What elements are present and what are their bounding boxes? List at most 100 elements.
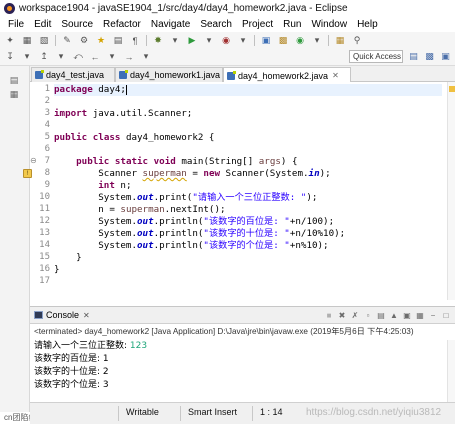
prev-annotation-icon[interactable]: ↥	[38, 51, 50, 63]
save-icon[interactable]: ▦	[21, 35, 33, 47]
run-icon[interactable]: ▶	[186, 35, 198, 47]
clear-console-icon[interactable]: ▫	[363, 310, 373, 320]
remove-all-icon[interactable]: ✗	[350, 310, 360, 320]
highlight-icon[interactable]: ★	[95, 35, 107, 47]
menu-refactor[interactable]: Refactor	[103, 19, 141, 30]
tab-day4-homework2[interactable]: day4_homework2.java ✕	[223, 67, 351, 83]
code-line-10: System.out.print("请输入一个三位正整数: ");	[54, 192, 317, 204]
warning-overview-marker[interactable]	[449, 86, 455, 92]
scroll-lock-icon[interactable]: ▤	[376, 310, 386, 320]
prev-annotation-dropdown-icon[interactable]: ▾	[55, 51, 67, 63]
tab-day4-test[interactable]: day4_test.java	[31, 67, 115, 82]
open-console-icon[interactable]: ▦	[415, 310, 425, 320]
menu-window[interactable]: Window	[311, 19, 347, 30]
new-java-project-icon[interactable]: ▣	[260, 35, 272, 47]
variable: superman	[142, 168, 187, 179]
close-icon[interactable]: ✕	[83, 311, 90, 320]
code-text: java.util.Scanner;	[87, 108, 193, 119]
minimize-icon[interactable]: −	[428, 310, 438, 320]
new-interface-icon[interactable]: ▾	[311, 35, 323, 47]
variable: args	[258, 156, 281, 167]
toggle-mark-icon[interactable]: ✎	[61, 35, 73, 47]
code-text: );	[306, 192, 318, 203]
console-header: Console ✕ ■ ✖ ✗ ▫ ▤ ▲ ▣ ▦ − □	[30, 307, 455, 324]
menu-edit[interactable]: Edit	[34, 19, 51, 30]
line-number: 4	[44, 120, 50, 130]
line-number: 5	[44, 132, 50, 142]
user-input: 123	[129, 341, 148, 351]
string-literal: "该数字的十位是: "	[203, 228, 290, 239]
code-text: }	[54, 264, 60, 275]
window-title: workspace1904 - javaSE1904_1/src/day4/da…	[19, 2, 348, 14]
keyword: class	[92, 132, 121, 143]
code-text: );	[319, 168, 331, 179]
forward-dropdown-icon[interactable]: ▾	[140, 51, 152, 63]
maximize-icon[interactable]: □	[441, 310, 451, 320]
output-line: 该数字的百位是: 1	[34, 354, 109, 364]
open-type-icon[interactable]: ▦	[334, 35, 346, 47]
console-tab-label[interactable]: Console	[46, 310, 79, 320]
debug-icon[interactable]: ✸	[152, 35, 164, 47]
menu-help[interactable]: Help	[357, 19, 378, 30]
menu-run[interactable]: Run	[283, 19, 301, 30]
java-perspective-icon[interactable]: ▣	[439, 50, 452, 63]
code-line-14: System.out.println("该数字的个位是: "+n%10);	[54, 240, 328, 252]
code-text: }	[76, 252, 82, 263]
line-number: 2	[44, 96, 50, 106]
display-console-icon[interactable]: ▣	[402, 310, 412, 320]
code-text: System.	[98, 192, 137, 203]
warning-icon[interactable]: !	[23, 169, 32, 178]
pin-console-icon[interactable]: ▲	[389, 310, 399, 320]
code-text: System.	[98, 216, 137, 227]
menu-project[interactable]: Project	[242, 19, 273, 30]
toolbar-separator	[146, 35, 147, 46]
remove-launch-icon[interactable]: ✖	[337, 310, 347, 320]
next-annotation-icon[interactable]: ↧	[4, 51, 16, 63]
quick-access-field[interactable]: Quick Access	[349, 50, 403, 63]
code-line-5: public class day4_homework2 {	[54, 132, 214, 144]
open-perspective-icon[interactable]: ▤	[407, 50, 420, 63]
minimized-views-strip: ▤ ▦	[0, 66, 30, 424]
package-explorer-icon[interactable]: ▦	[8, 88, 20, 100]
forward-icon[interactable]: →	[123, 51, 135, 63]
show-whitespace-icon[interactable]: ¶	[129, 35, 141, 47]
code-line-11: n = superman.nextInt();	[54, 204, 225, 216]
menu-search[interactable]: Search	[200, 19, 232, 30]
editor-vertical-scrollbar[interactable]	[447, 82, 455, 300]
tab-day4-homework1[interactable]: day4_homework1.java	[115, 67, 223, 82]
code-text: .println(	[153, 216, 204, 227]
menu-source[interactable]: Source	[61, 19, 93, 30]
build-icon[interactable]: ⚙	[78, 35, 90, 47]
menu-navigate[interactable]: Navigate	[151, 19, 190, 30]
close-icon[interactable]: ✕	[332, 71, 339, 80]
back-icon[interactable]: ←	[89, 51, 101, 63]
search-icon[interactable]: ⚲	[351, 35, 363, 47]
next-annotation-dropdown-icon[interactable]: ▾	[21, 51, 33, 63]
back-dropdown-icon[interactable]: ▾	[106, 51, 118, 63]
java-ee-perspective-icon[interactable]: ▩	[423, 50, 436, 63]
fold-icon[interactable]: ⊖	[30, 156, 37, 165]
save-all-icon[interactable]: ▧	[38, 35, 50, 47]
new-class-icon[interactable]: ◉	[294, 35, 306, 47]
title-bar: workspace1904 - javaSE1904_1/src/day4/da…	[0, 0, 455, 16]
run-dropdown-icon[interactable]: ▾	[203, 35, 215, 47]
keyword: static	[114, 156, 149, 167]
external-tools-icon[interactable]: ▾	[237, 35, 249, 47]
last-edit-icon[interactable]: ⤺	[72, 51, 84, 63]
coverage-icon[interactable]: ◉	[220, 35, 232, 47]
terminated-status: <terminated> day4_homework2 [Java Applic…	[34, 327, 414, 336]
code-editor[interactable]: 1 2 3 4 5 6 7 ⊖ 8 ! 9 10 11 12 13 14 15 …	[23, 82, 447, 300]
menu-file[interactable]: File	[8, 19, 24, 30]
new-package-icon[interactable]: ▩	[277, 35, 289, 47]
console-vertical-scrollbar[interactable]	[447, 340, 455, 402]
code-area[interactable]: package day4; import java.util.Scanner; …	[54, 82, 442, 300]
block-select-icon[interactable]: ▤	[112, 35, 124, 47]
console-output[interactable]: 请输入一个三位正整数: 123 该数字的百位是: 1 该数字的十位是: 2 该数…	[30, 340, 455, 400]
static-field: out	[137, 228, 154, 239]
new-icon[interactable]: ✦	[4, 35, 16, 47]
code-line-3: import java.util.Scanner;	[54, 108, 192, 120]
debug-dropdown-icon[interactable]: ▾	[169, 35, 181, 47]
java-file-icon	[227, 70, 236, 80]
restore-icon[interactable]: ▤	[8, 74, 20, 86]
terminate-icon[interactable]: ■	[324, 310, 334, 320]
